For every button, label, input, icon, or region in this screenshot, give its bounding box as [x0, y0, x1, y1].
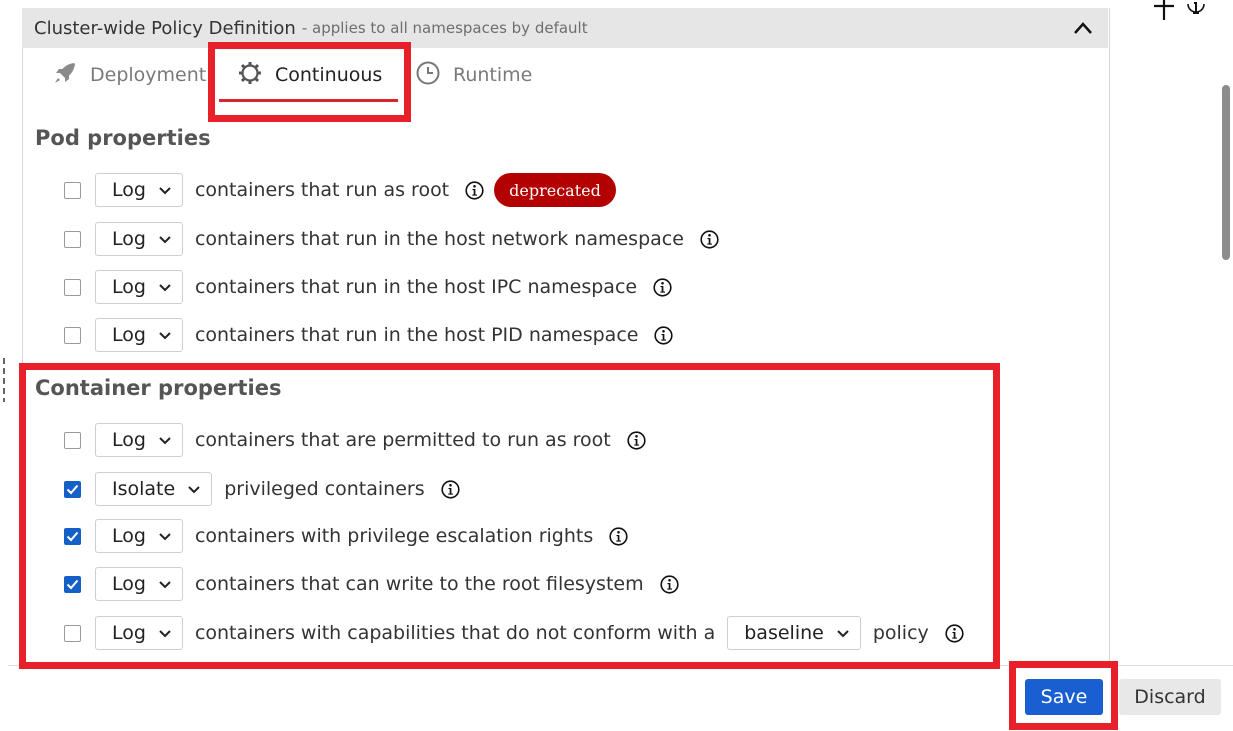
chevron-down-icon: [158, 525, 172, 547]
policy-row: Log containers with capabilities that do…: [64, 615, 964, 651]
action-select[interactable]: Log: [95, 423, 183, 457]
row-text: privileged containers: [224, 478, 425, 500]
policy-row: Log containers with privilege escalation…: [64, 518, 628, 554]
save-button[interactable]: Save: [1025, 679, 1103, 715]
active-tab-indicator: [219, 99, 398, 102]
checkmark-icon: [66, 484, 79, 494]
chevron-down-icon: [158, 324, 172, 346]
resize-handle[interactable]: [2, 358, 6, 402]
panel-subtitle: - applies to all namespaces by default: [301, 19, 588, 37]
select-value: Log: [112, 324, 146, 346]
row-text: containers that are permitted to run as …: [194, 429, 611, 451]
action-select[interactable]: Log: [95, 318, 183, 352]
row-checkbox[interactable]: [64, 624, 81, 642]
select-value: Log: [112, 429, 146, 451]
info-icon[interactable]: [441, 479, 460, 499]
row-text: containers with privilege escalation rig…: [194, 525, 594, 547]
row-text-after: policy: [872, 622, 929, 644]
tab-label: Runtime: [453, 64, 533, 86]
row-text: containers with capabilities that do not…: [194, 622, 716, 644]
panel-header[interactable]: Cluster-wide Policy Definition - applies…: [22, 8, 1108, 48]
row-text: containers that run as root: [194, 179, 450, 201]
row-text: containers that run in the host PID name…: [194, 324, 639, 346]
info-icon[interactable]: [654, 325, 674, 345]
row-checkbox[interactable]: [64, 181, 81, 199]
row-checkbox[interactable]: [64, 480, 81, 498]
row-checkbox[interactable]: [64, 230, 81, 248]
chevron-down-icon: [158, 429, 172, 451]
chevron-down-icon: [158, 228, 172, 250]
chevron-down-icon: [158, 573, 172, 595]
info-icon[interactable]: [700, 229, 719, 249]
tab-continuous[interactable]: Continuous: [237, 55, 382, 95]
checkmark-icon: [66, 531, 79, 541]
select-value: Log: [112, 573, 146, 595]
info-icon[interactable]: [609, 526, 628, 546]
tab-label: Continuous: [275, 64, 383, 86]
row-text: containers that can write to the root fi…: [194, 573, 644, 595]
info-icon[interactable]: [945, 623, 964, 643]
policy-row: Log containers that run in the host IPC …: [64, 269, 672, 305]
chevron-down-icon: [187, 478, 201, 500]
policy-row: Isolate privileged containers: [64, 471, 460, 507]
select-value: baseline: [744, 622, 824, 644]
chevron-down-icon: [836, 622, 850, 644]
action-select[interactable]: Log: [95, 567, 183, 601]
select-value: Log: [112, 228, 146, 250]
select-value: Log: [112, 276, 146, 298]
tab-label: Deployment: [90, 64, 207, 86]
row-text: containers that run in the host IPC name…: [194, 276, 638, 298]
row-checkbox[interactable]: [64, 431, 81, 449]
row-text: containers that run in the host network …: [194, 228, 684, 250]
row-checkbox[interactable]: [64, 326, 81, 344]
chevron-down-icon: [158, 622, 172, 644]
discard-button[interactable]: Discard: [1119, 679, 1221, 715]
checkmark-icon: [66, 579, 79, 589]
section-title-container: Container properties: [35, 376, 282, 400]
action-select[interactable]: Log: [95, 616, 183, 650]
action-select[interactable]: Log: [95, 270, 183, 304]
gear-icon: [237, 60, 275, 91]
scrollbar-thumb[interactable]: [1222, 85, 1230, 260]
row-checkbox[interactable]: [64, 278, 81, 296]
tab-runtime[interactable]: Runtime: [415, 55, 532, 95]
policy-row: Log containers that are permitted to run…: [64, 422, 646, 458]
policy-level-select[interactable]: baseline: [727, 616, 861, 650]
footer-divider: [8, 665, 1233, 666]
row-checkbox[interactable]: [64, 527, 81, 545]
action-select[interactable]: Log: [95, 173, 183, 207]
panel-title: Cluster-wide Policy Definition: [34, 17, 296, 39]
row-checkbox[interactable]: [64, 575, 81, 593]
action-select[interactable]: Log: [95, 222, 183, 256]
top-right-toolbar: [1152, 0, 1206, 22]
info-icon[interactable]: [627, 430, 646, 450]
policy-row: Log containers that run in the host netw…: [64, 221, 719, 257]
policy-row: Log containers that run in the host PID …: [64, 317, 674, 353]
action-select[interactable]: Isolate: [95, 472, 213, 506]
action-select[interactable]: Log: [95, 519, 183, 553]
rocket-icon: [52, 60, 90, 91]
clock-icon: [415, 60, 453, 91]
info-icon[interactable]: [465, 180, 484, 200]
chevron-down-icon: [158, 179, 172, 201]
chevron-up-icon[interactable]: [1072, 19, 1094, 37]
policy-row: Log containers that can write to the roo…: [64, 566, 679, 602]
info-icon[interactable]: [653, 277, 672, 297]
select-value: Isolate: [112, 478, 176, 500]
select-value: Log: [112, 622, 146, 644]
section-title-pod: Pod properties: [35, 126, 211, 150]
deprecated-badge: deprecated: [494, 173, 616, 207]
info-icon[interactable]: [1186, 0, 1206, 24]
tab-deployment[interactable]: Deployment: [52, 55, 206, 95]
select-value: Log: [112, 179, 146, 201]
select-value: Log: [112, 525, 146, 547]
plus-icon[interactable]: [1152, 0, 1176, 24]
policy-row: Log containers that run as root deprecat…: [64, 172, 616, 208]
info-icon[interactable]: [660, 574, 679, 594]
chevron-down-icon: [158, 276, 172, 298]
